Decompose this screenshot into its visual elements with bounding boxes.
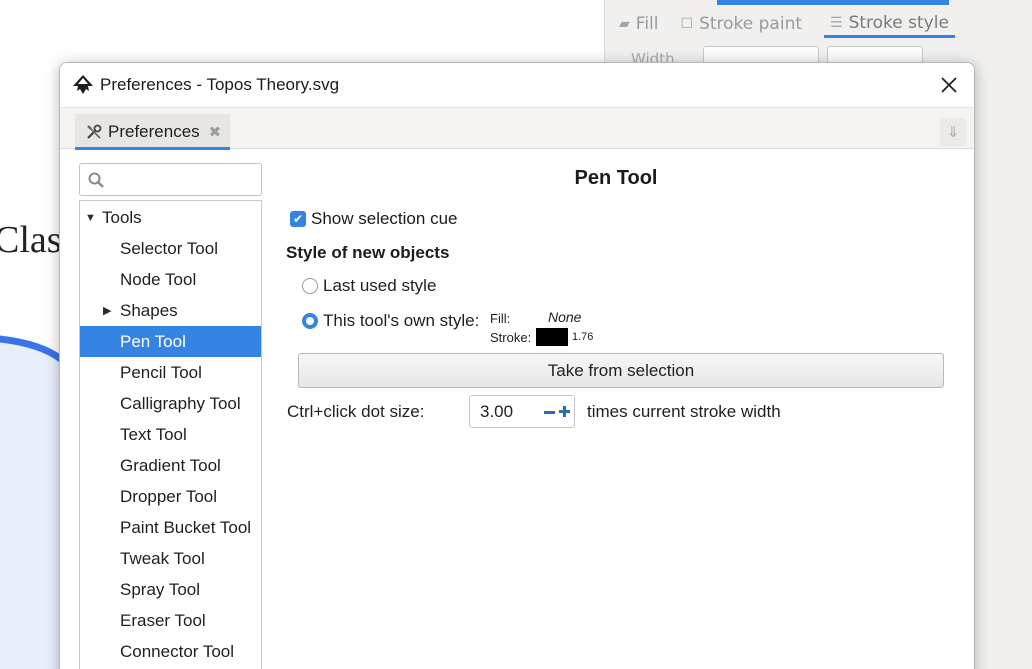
tab-stroke-paint-label: Stroke paint [699, 14, 803, 34]
show-selection-cue-label: Show selection cue [311, 209, 458, 228]
checkmark-icon[interactable]: ✔ [290, 211, 306, 227]
tree-item-label: Text Tool [120, 424, 187, 444]
tree-item-label: Spray Tool [120, 579, 201, 599]
tree-item-label: Tweak Tool [120, 548, 205, 568]
last-used-style-label: Last used style [323, 276, 437, 295]
swatch-fill-value: None [548, 309, 582, 325]
swatch-stroke-color [536, 328, 568, 346]
style-swatch[interactable]: Fill: None Stroke: 1.76 [490, 307, 630, 349]
search-icon [88, 172, 104, 188]
tree-item-shapes[interactable]: ▶ Shapes [80, 295, 261, 326]
dot-size-spinbutton[interactable]: 3.00 [469, 395, 575, 428]
close-icon [941, 77, 957, 93]
tree-item-label: Dropper Tool [120, 486, 218, 506]
tree-item-eraser-tool[interactable]: Eraser Tool [80, 605, 261, 636]
tab-close-icon[interactable]: ✖ [209, 123, 222, 141]
radio-checked-icon[interactable] [302, 313, 318, 329]
fill-stroke-tabs: ▰ Fill ☐ Stroke paint ☰ Stroke style [619, 10, 955, 38]
tree-item-label: Paint Bucket Tool [120, 517, 252, 537]
panel-top-indicator [717, 0, 949, 5]
page-title: Pen Tool [574, 167, 658, 189]
tree-item-label: Gradient Tool [120, 455, 221, 475]
tree-item-dropper-tool[interactable]: Dropper Tool [80, 481, 261, 512]
tree-item-label: Eraser Tool [120, 610, 206, 630]
preferences-tree: ▼ Tools Selector Tool Node Tool ▶ Shapes… [79, 200, 262, 669]
dot-size-value[interactable]: 3.00 [480, 402, 513, 422]
show-selection-cue-checkbox[interactable]: ✔ Show selection cue [290, 209, 457, 229]
plus-icon[interactable] [558, 403, 572, 421]
tree-item-node-tool[interactable]: Node Tool [80, 264, 261, 295]
swatch-stroke-label: Stroke: [490, 330, 532, 345]
close-button[interactable] [934, 71, 964, 99]
tree-item-selector-tool[interactable]: Selector Tool [80, 233, 261, 264]
dialog-titlebar[interactable]: Preferences - Topos Theory.svg [60, 63, 974, 107]
chevron-down-icon: ⇓ [946, 123, 960, 141]
tree-item-connector-tool[interactable]: Connector Tool [80, 636, 261, 667]
tab-stroke-style[interactable]: ☰ Stroke style [824, 10, 955, 38]
style-section-heading: Style of new objects [286, 243, 450, 262]
tree-item-label: Node Tool [120, 269, 197, 289]
tree-item-calligraphy-tool[interactable]: Calligraphy Tool [80, 388, 261, 419]
stroke-square-icon: ☐ [680, 16, 694, 32]
tab-fill[interactable]: ▰ Fill [619, 10, 659, 38]
swatch-fill-label: Fill: [490, 311, 511, 326]
tree-item-pencil-tool[interactable]: Pencil Tool [80, 357, 261, 388]
tab-preferences[interactable]: Preferences ✖ [75, 114, 230, 150]
tree-item-label: Pen Tool [120, 331, 186, 351]
inkscape-logo-icon [73, 75, 93, 94]
tab-fill-label: Fill [635, 14, 659, 34]
tree-item-tools[interactable]: ▼ Tools [80, 202, 261, 233]
stroke-style-icon: ☰ [830, 14, 843, 31]
preferences-dialog: Preferences - Topos Theory.svg Preferenc… [59, 62, 975, 669]
tree-item-paint-bucket-tool[interactable]: Paint Bucket Tool [80, 512, 261, 543]
tree-item-text-tool[interactable]: Text Tool [80, 419, 261, 450]
dialog-title: Preferences - Topos Theory.svg [100, 75, 340, 94]
expander-open-icon[interactable]: ▼ [85, 212, 96, 224]
tools-icon [87, 124, 102, 139]
tab-menu-button[interactable]: ⇓ [940, 118, 966, 146]
tree-item-label: Pencil Tool [120, 362, 202, 382]
minus-icon[interactable] [542, 403, 556, 421]
last-used-style-radio[interactable]: Last used style [302, 276, 436, 296]
tree-item-label: Tools [102, 207, 142, 227]
tree-item-gradient-tool[interactable]: Gradient Tool [80, 450, 261, 481]
tab-preferences-label: Preferences [108, 122, 200, 141]
tab-active-indicator [75, 147, 230, 150]
tree-item-label: Connector Tool [120, 641, 235, 661]
expander-closed-icon[interactable]: ▶ [103, 304, 111, 317]
tree-item-label: Selector Tool [120, 238, 218, 258]
dot-size-label: Ctrl+click dot size: [287, 402, 425, 421]
tree-item-label: Calligraphy Tool [120, 393, 241, 413]
own-style-label: This tool's own style: [323, 311, 480, 330]
tab-stroke-paint[interactable]: ☐ Stroke paint [681, 10, 803, 38]
dialog-notebook-tabs: Preferences ✖ ⇓ [60, 107, 974, 150]
search-input[interactable] [79, 163, 262, 196]
own-style-radio[interactable]: This tool's own style: [302, 311, 479, 331]
tab-stroke-style-label: Stroke style [848, 12, 949, 33]
swatch-stroke-width: 1.76 [572, 331, 594, 343]
tree-item-tweak-tool[interactable]: Tweak Tool [80, 543, 261, 574]
radio-unchecked-icon[interactable] [302, 278, 318, 294]
fill-square-icon: ▰ [619, 16, 630, 32]
tree-item-label: Shapes [120, 300, 178, 320]
take-from-selection-button[interactable]: Take from selection [298, 353, 944, 388]
dot-size-suffix: times current stroke width [587, 402, 781, 421]
tree-item-spray-tool[interactable]: Spray Tool [80, 574, 261, 605]
tree-item-pen-tool[interactable]: Pen Tool [80, 326, 261, 357]
